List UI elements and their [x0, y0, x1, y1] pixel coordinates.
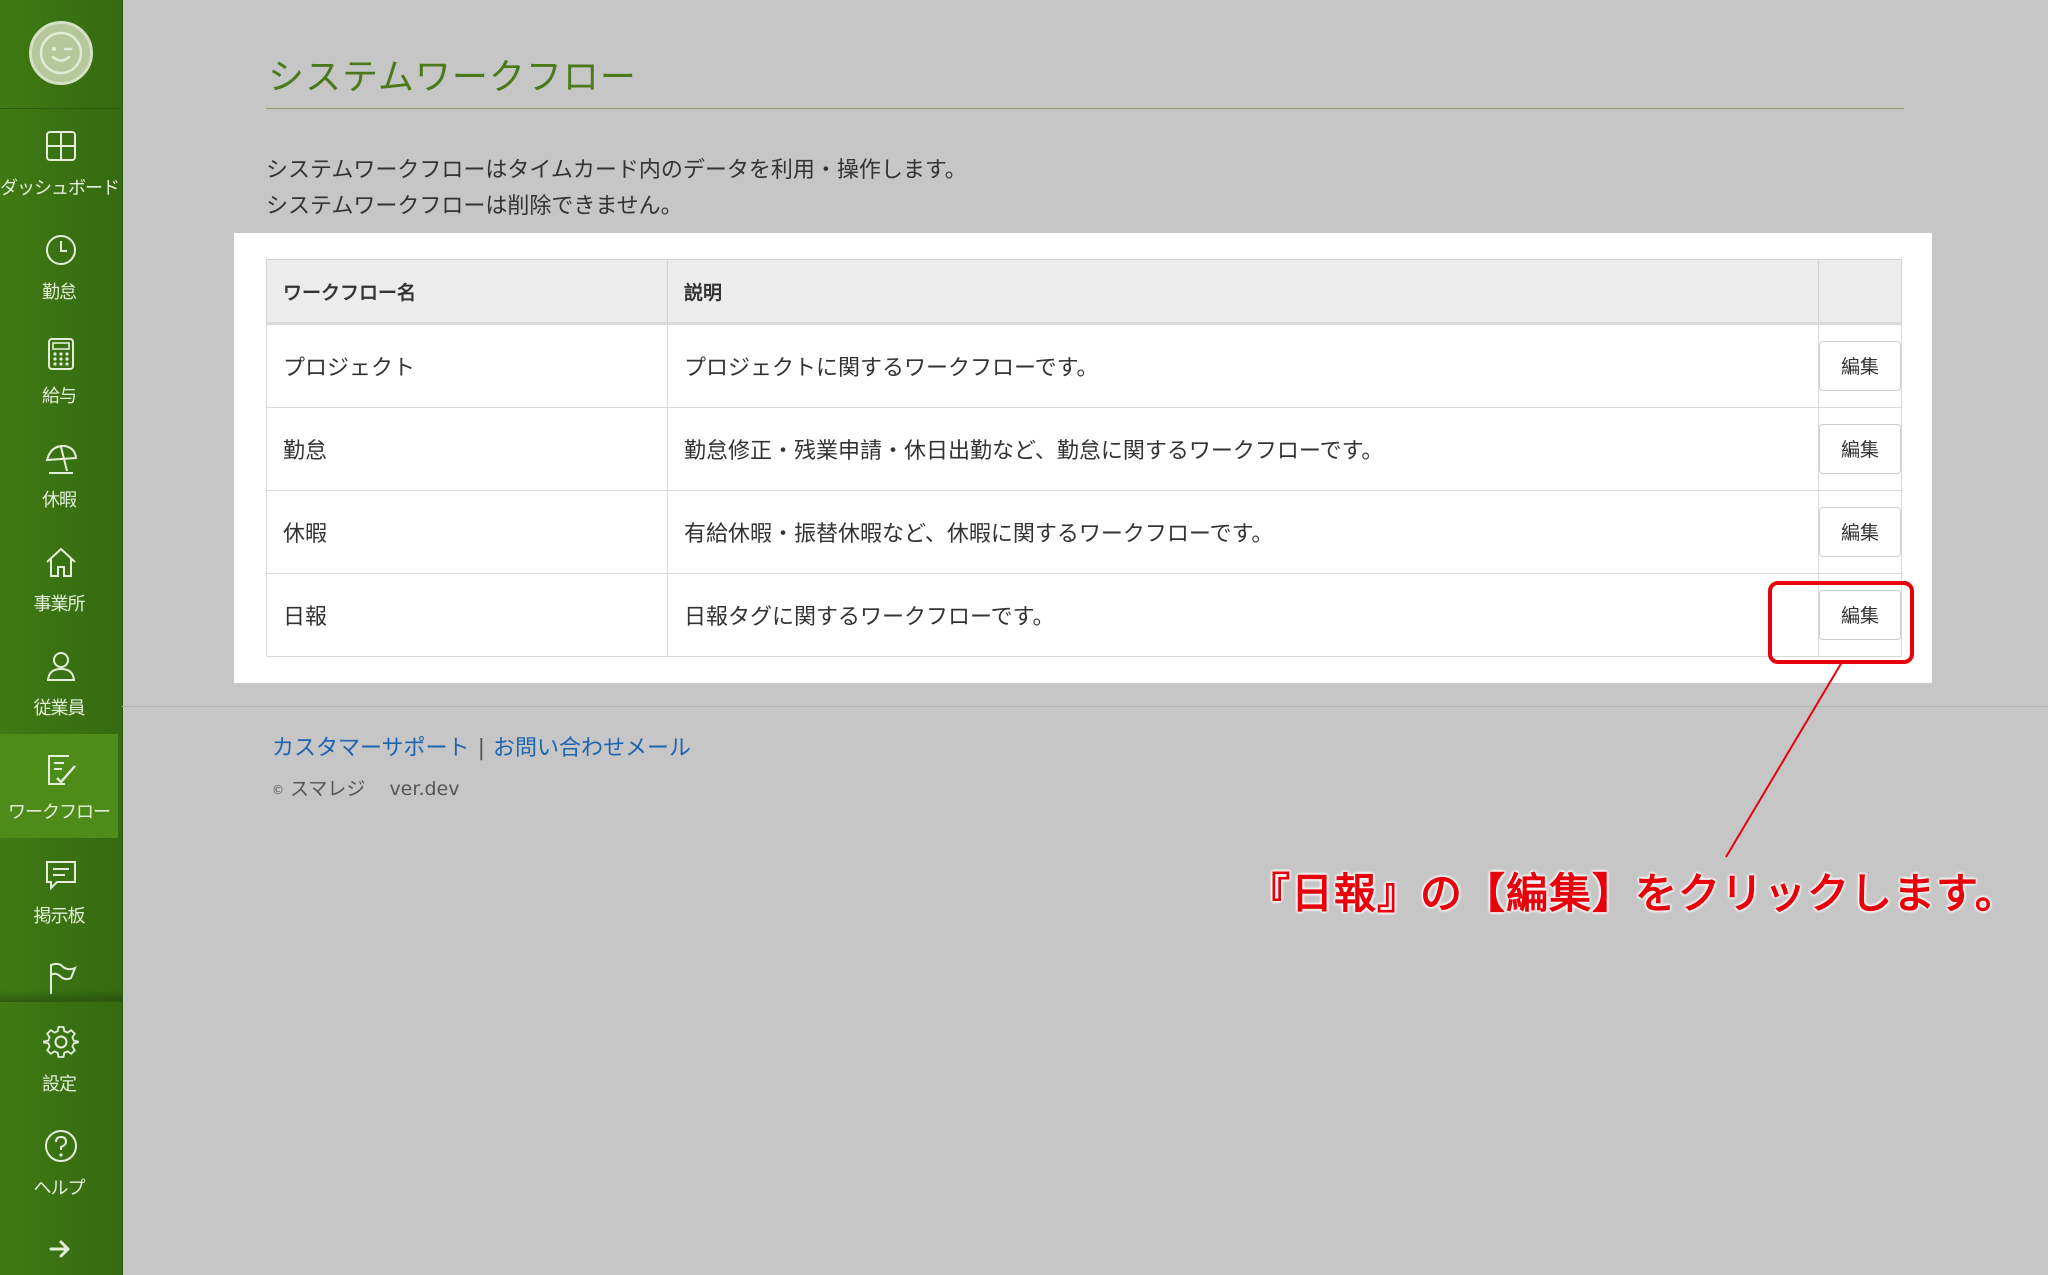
sidebar: ダッシュボード 勤怠 給与 休暇 事業所 従業員 ワークフロー 掲示板 設定 ヘ… — [0, 0, 123, 1275]
arrow-right-icon — [49, 1240, 70, 1258]
contact-mail-link[interactable]: お問い合わせメール — [493, 736, 691, 761]
footer-separator: | — [477, 736, 485, 761]
chat-icon — [46, 861, 76, 891]
column-header-name: ワークフロー名 — [266, 259, 668, 325]
home-icon — [46, 547, 76, 577]
workflow-card: ワークフロー名 説明 プロジェクト プロジェクトに関するワークフローです。 編集… — [234, 233, 1932, 683]
sidebar-item-board[interactable]: 掲示板 — [0, 838, 118, 942]
edit-button-project[interactable]: 編集 — [1819, 341, 1901, 391]
help-icon — [45, 1130, 77, 1162]
calculator-icon — [48, 338, 74, 370]
person-icon — [46, 652, 76, 681]
sidebar-divider — [0, 108, 122, 109]
company-name: スマレジ — [290, 778, 366, 800]
user-avatar[interactable] — [29, 21, 93, 85]
workflow-description-cell: プロジェクトに関するワークフローです。 — [667, 323, 1819, 408]
table-row: 休暇 有給休暇・振替休暇など、休暇に関するワークフローです。 編集 — [266, 490, 1902, 574]
smiley-icon — [39, 31, 83, 75]
title-divider — [266, 108, 1904, 109]
sidebar-divider — [0, 1001, 122, 1002]
sidebar-item-label: 従業員 — [33, 698, 86, 719]
callout-text: 『日報』の【編集】をクリックします。 — [1248, 869, 2018, 918]
copyright: © スマレジ ver.dev — [272, 774, 459, 801]
actions-cell: 編集 — [1818, 407, 1902, 491]
sidebar-item-label: 休暇 — [42, 490, 77, 511]
gear-icon — [43, 1026, 79, 1058]
workflow-description-cell: 日報タグに関するワークフローです。 — [667, 573, 1819, 657]
sidebar-item-label: 設定 — [42, 1074, 77, 1095]
table-row: 日報 日報タグに関するワークフローです。 編集 — [266, 573, 1902, 657]
sidebar-item-employees[interactable]: 従業員 — [0, 630, 118, 734]
sidebar-item-label: 事業所 — [33, 594, 86, 615]
clock-icon — [46, 235, 76, 265]
page-title: システムワークフロー — [268, 57, 637, 98]
workflow-name-cell: 休暇 — [266, 490, 668, 574]
edit-button-leave[interactable]: 編集 — [1819, 507, 1901, 557]
checklist-icon — [48, 755, 76, 785]
page-description: システムワークフローはタイムカード内のデータを利用・操作します。 — [266, 158, 967, 183]
table-row: 勤怠 勤怠修正・残業申請・休日出勤など、勤怠に関するワークフローです。 編集 — [266, 407, 1902, 491]
workflow-description-cell: 勤怠修正・残業申請・休日出勤など、勤怠に関するワークフローです。 — [667, 407, 1819, 491]
sidebar-item-leave[interactable]: 休暇 — [0, 422, 118, 526]
sidebar-item-label: ワークフロー — [8, 802, 111, 823]
sidebar-item-label: ダッシュボード — [0, 178, 120, 199]
sidebar-item-help[interactable]: ヘルプ — [0, 1110, 118, 1214]
highlight-box — [1768, 581, 1914, 664]
sidebar-item-label: 給与 — [42, 386, 77, 407]
version-label: ver.dev — [389, 778, 460, 800]
table-header-row: ワークフロー名 説明 — [266, 259, 1902, 325]
footer-links: カスタマーサポート | お問い合わせメール — [272, 730, 691, 762]
column-header-actions — [1818, 259, 1902, 325]
table-row: プロジェクト プロジェクトに関するワークフローです。 編集 — [266, 323, 1902, 408]
workflow-table: ワークフロー名 説明 プロジェクト プロジェクトに関するワークフローです。 編集… — [266, 259, 1902, 657]
actions-cell: 編集 — [1818, 490, 1902, 574]
workflow-description-cell: 有給休暇・振替休暇など、休暇に関するワークフローです。 — [667, 490, 1819, 574]
sidebar-item-workflow[interactable]: ワークフロー — [0, 734, 118, 838]
customer-support-link[interactable]: カスタマーサポート — [272, 736, 470, 761]
sidebar-item-office[interactable]: 事業所 — [0, 526, 118, 630]
sidebar-item-attendance[interactable]: 勤怠 — [0, 214, 118, 318]
sidebar-item-settings[interactable]: 設定 — [0, 1006, 118, 1110]
footer-divider — [122, 706, 2048, 707]
sidebar-item-label: ヘルプ — [33, 1178, 86, 1199]
sidebar-item-dashboard[interactable]: ダッシュボード — [0, 110, 120, 214]
column-header-description: 説明 — [667, 259, 1819, 325]
edit-button-attendance[interactable]: 編集 — [1819, 424, 1901, 474]
dashboard-icon — [46, 131, 76, 161]
workflow-name-cell: 日報 — [266, 573, 668, 657]
sidebar-item-payroll[interactable]: 給与 — [0, 318, 118, 422]
page-description-note: システムワークフローは削除できません。 — [266, 194, 683, 219]
actions-cell: 編集 — [1818, 323, 1902, 408]
copyright-symbol: © — [272, 782, 284, 797]
workflow-name-cell: プロジェクト — [266, 323, 668, 408]
sidebar-expand-button[interactable] — [46, 1236, 76, 1262]
sidebar-item-label: 掲示板 — [33, 906, 86, 927]
umbrella-icon — [45, 444, 78, 474]
workflow-name-cell: 勤怠 — [266, 407, 668, 491]
sidebar-item-label: 勤怠 — [42, 282, 77, 303]
